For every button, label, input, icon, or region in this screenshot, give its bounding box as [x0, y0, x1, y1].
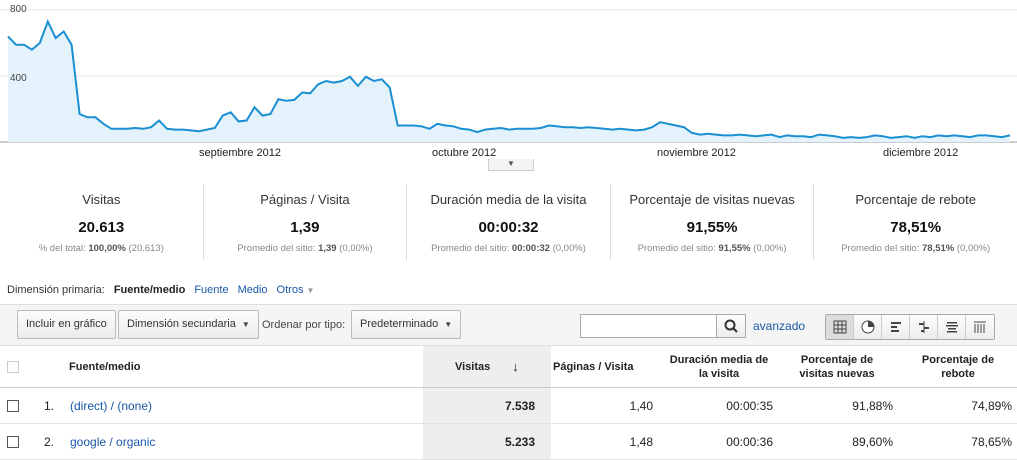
dimension-other-dropdown[interactable]: Otros ▼: [277, 284, 315, 296]
chart-plot: [0, 9, 1017, 143]
column-header-bounce-rate[interactable]: Porcentaje de rebote: [912, 346, 1004, 387]
row-checkbox[interactable]: [7, 399, 19, 412]
visits-chart: 800 400 septiembre 2012 octubre 2012 nov…: [0, 0, 1017, 172]
primary-dimension-label: Dimensión primaria:: [7, 284, 105, 296]
x-tick-label: septiembre 2012: [199, 147, 281, 159]
table-toolbar: Incluir en gráfico Dimensión secundaria ▼…: [0, 304, 1017, 346]
primary-dimension-bar: Dimensión primaria: Fuente/medio Fuente …: [7, 284, 314, 296]
metric-pages-per-visit: Páginas / Visita 1,39 Promedio del sitio…: [204, 184, 408, 260]
metric-bounce-rate: Porcentaje de rebote 78,51% Promedio del…: [814, 184, 1017, 260]
y-tick-label: 800: [10, 4, 27, 15]
bar-chart-icon: [890, 322, 901, 332]
chevron-down-icon: ▼: [306, 286, 315, 295]
column-header-source-medium[interactable]: Fuente/medio: [69, 346, 141, 387]
table-row: 2. google / organic 5.233 1,48 00:00:36 …: [0, 424, 1017, 460]
pie-chart-icon: [861, 320, 874, 334]
column-header-new-visits[interactable]: Porcentaje de visitas nuevas: [788, 346, 886, 387]
metric-title: Porcentaje de rebote: [855, 192, 977, 207]
avg-duration-value: 00:00:36: [726, 434, 773, 449]
metric-subtext: Promedio del sitio: 00:00:32 (0,00%): [431, 243, 586, 254]
metric-visits: Visitas 20.613 % del total: 100,00% (20.…: [0, 184, 204, 260]
secondary-dimension-dropdown[interactable]: Dimensión secundaria ▼: [118, 310, 259, 339]
visits-area: [8, 21, 1010, 142]
column-header-pages-per-visit[interactable]: Páginas / Visita: [553, 346, 634, 387]
x-tick-label: diciembre 2012: [883, 147, 959, 159]
comparison-icon: [918, 321, 929, 333]
pivot-table-icon: [974, 321, 986, 333]
source-medium-link[interactable]: (direct) / (none): [70, 388, 152, 423]
pages-per-visit-value: 1,48: [629, 434, 653, 449]
select-all-checkbox[interactable]: [7, 360, 19, 373]
term-cloud-icon: [945, 322, 958, 333]
metric-value: 78,51%: [890, 219, 942, 236]
metric-title: Duración media de la visita: [430, 192, 587, 207]
metric-summary: Visitas 20.613 % del total: 100,00% (20.…: [0, 184, 1017, 260]
table-row: 1. (direct) / (none) 7.538 1,40 00:00:35…: [0, 388, 1017, 424]
metric-value: 00:00:32: [478, 219, 539, 236]
collapse-chart-handle[interactable]: ▼: [488, 159, 534, 171]
search-button[interactable]: [716, 314, 746, 338]
metric-subtext: Promedio del sitio: 1,39 (0,00%): [237, 243, 373, 254]
metric-avg-duration: Duración media de la visita 00:00:32 Pro…: [407, 184, 611, 260]
metric-subtext: Promedio del sitio: 91,55% (0,00%): [637, 243, 787, 254]
dimension-source-link[interactable]: Fuente: [194, 284, 228, 296]
metric-new-visits: Porcentaje de visitas nuevas 91,55% Prom…: [611, 184, 815, 260]
dimension-source-medium[interactable]: Fuente/medio: [114, 284, 186, 296]
view-switcher: [825, 314, 995, 340]
row-checkbox[interactable]: [7, 435, 19, 448]
column-header-visits[interactable]: Visitas ↓: [423, 346, 551, 387]
new-visits-value: 91,88%: [852, 398, 893, 413]
term-cloud-view-button[interactable]: [938, 315, 966, 339]
x-tick-label: octubre 2012: [432, 147, 497, 159]
bounce-rate-value: 74,89%: [971, 398, 1012, 413]
table-grid-icon: [833, 320, 846, 334]
source-medium-link[interactable]: google / organic: [70, 424, 155, 459]
new-visits-value: 89,60%: [852, 434, 893, 449]
visits-value: 7.538: [423, 388, 551, 423]
pie-view-button[interactable]: [854, 315, 882, 339]
column-header-avg-duration[interactable]: Duración media de la visita: [665, 346, 773, 387]
sort-arrow-down-icon: ↓: [512, 358, 519, 374]
table-search-input[interactable]: [580, 314, 717, 338]
sort-type-label: Ordenar por tipo:: [262, 319, 346, 331]
search-icon: [724, 319, 738, 333]
advanced-filter-link[interactable]: avanzado: [753, 319, 805, 333]
visits-series-line: [7, 18, 1011, 139]
chevron-down-icon: ▼: [507, 159, 515, 168]
sort-type-dropdown[interactable]: Predeterminado ▼: [351, 310, 462, 339]
data-table: Fuente/medio Visitas ↓ Páginas / Visita D…: [0, 346, 1017, 460]
row-index: 2.: [44, 434, 55, 449]
pages-per-visit-value: 1,40: [629, 398, 653, 413]
table-header-row: Fuente/medio Visitas ↓ Páginas / Visita D…: [0, 346, 1017, 388]
performance-view-button[interactable]: [882, 315, 910, 339]
chevron-down-icon: ▼: [241, 320, 250, 329]
metric-title: Visitas: [82, 192, 121, 207]
visits-value: 5.233: [423, 424, 551, 459]
avg-duration-value: 00:00:35: [726, 398, 773, 413]
comparison-view-button[interactable]: [910, 315, 938, 339]
metric-subtext: Promedio del sitio: 78,51% (0,00%): [841, 243, 991, 254]
metric-subtext: % del total: 100,00% (20.613): [38, 243, 164, 254]
metric-value: 20.613: [78, 219, 125, 236]
x-tick-label: noviembre 2012: [657, 147, 736, 159]
chevron-down-icon: ▼: [444, 320, 453, 329]
pivot-view-button[interactable]: [966, 315, 994, 339]
metric-title: Páginas / Visita: [260, 192, 350, 207]
y-tick-label: 400: [10, 73, 27, 84]
metric-value: 91,55%: [686, 219, 738, 236]
plot-rows-button[interactable]: Incluir en gráfico: [17, 310, 116, 339]
bounce-rate-value: 78,65%: [971, 434, 1012, 449]
metric-title: Porcentaje de visitas nuevas: [629, 192, 795, 207]
metric-value: 1,39: [290, 219, 320, 236]
row-index: 1.: [44, 398, 55, 413]
dimension-medium-link[interactable]: Medio: [238, 284, 268, 296]
table-view-button[interactable]: [826, 315, 854, 339]
